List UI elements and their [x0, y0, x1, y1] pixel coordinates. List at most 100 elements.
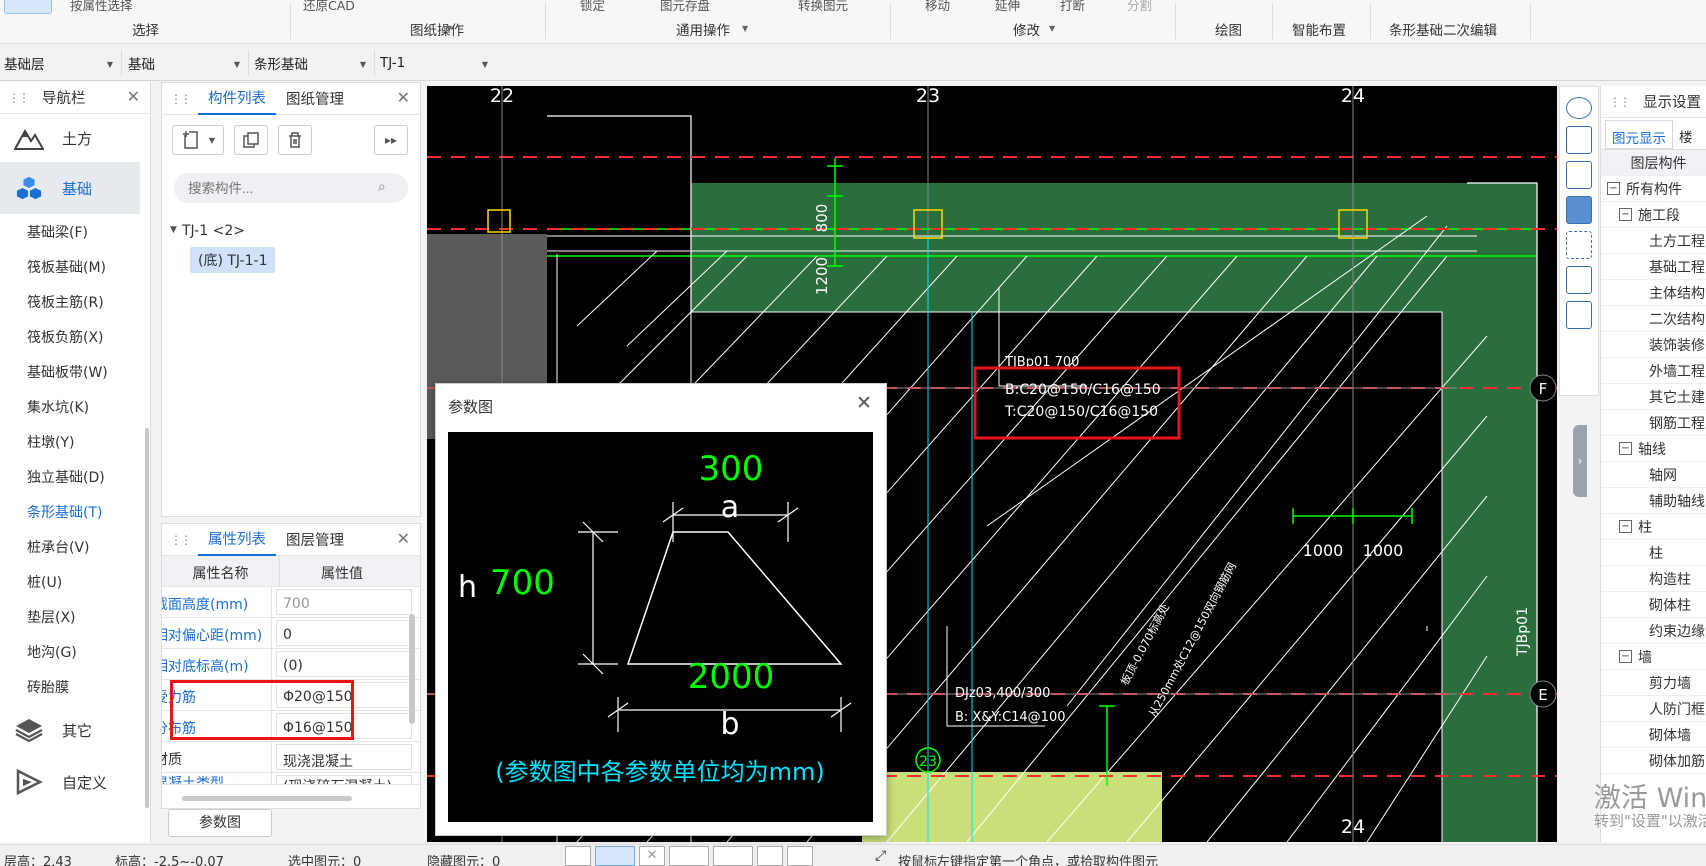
nav-scrollbar[interactable]	[145, 428, 149, 808]
tree-node[interactable]: 砌体加筋	[1601, 748, 1706, 774]
object-snap-icon[interactable]	[595, 846, 635, 866]
tree-collapse-icon[interactable]: −	[1619, 442, 1632, 455]
property-value[interactable]: 700	[276, 589, 412, 615]
tree-node[interactable]: 辅助轴线	[1601, 488, 1706, 514]
property-row[interactable]: 混凝土类型 (现浇碎石混凝土)	[162, 773, 420, 785]
type-select[interactable]: 基础 ▼	[124, 50, 249, 76]
tree-node[interactable]: 剪力墙	[1601, 670, 1706, 696]
arc-icon[interactable]	[787, 846, 813, 866]
nav-item-sump-pit[interactable]: 集水坑(K)	[0, 389, 150, 424]
tree-node[interactable]: − 轴线	[1601, 436, 1706, 462]
close-icon[interactable]: ✕	[397, 529, 410, 548]
selected-tool-button[interactable]	[4, 0, 52, 14]
nav-category-earth[interactable]: 土方	[0, 114, 150, 162]
component-search-input[interactable]	[174, 173, 408, 203]
tree-node[interactable]: 钢筋工程	[1601, 410, 1706, 436]
nav-item-brick-mold[interactable]: 砖胎膜	[0, 669, 150, 704]
tree-node[interactable]: 基础工程	[1601, 254, 1706, 280]
lock-button[interactable]: 锁定	[580, 0, 605, 14]
convert-element-button[interactable]: 转换图元	[798, 0, 848, 14]
property-value[interactable]: 现浇混凝土	[276, 744, 412, 770]
tab-floor-display[interactable]: 楼	[1673, 120, 1699, 149]
tree-node[interactable]: 外墙工程	[1601, 358, 1706, 384]
tree-node[interactable]: 二次结构	[1601, 306, 1706, 332]
nav-item-raft-negative-rebar[interactable]: 筏板负筋(X)	[0, 319, 150, 354]
tree-node[interactable]: 轴网	[1601, 462, 1706, 488]
tree-node[interactable]: 人防门框	[1601, 696, 1706, 722]
tree-collapse-icon[interactable]: −	[1619, 208, 1632, 221]
property-row[interactable]: 截面高度(mm) 700	[162, 587, 420, 618]
tree-node[interactable]: − 施工段	[1601, 202, 1706, 228]
nav-category-other[interactable]: 其它	[0, 704, 150, 756]
tree-collapse-icon[interactable]: −	[1619, 520, 1632, 533]
nav-category-custom[interactable]: 自定义	[0, 756, 150, 808]
tree-node[interactable]: 约束边缘	[1601, 618, 1706, 644]
drag-handle-icon[interactable]: ⋮⋮	[170, 533, 192, 547]
new-component-button[interactable]: ▼	[172, 125, 224, 155]
tree-node[interactable]: 砌体墙	[1601, 722, 1706, 748]
group-drawing-ops-label[interactable]: 图纸操作	[410, 19, 464, 39]
property-scrollbar[interactable]	[409, 614, 415, 724]
tab-drawing-management[interactable]: 图纸管理	[276, 83, 354, 115]
close-icon[interactable]: ✕	[397, 88, 410, 107]
close-icon[interactable]: ✕	[127, 87, 140, 106]
extend-button[interactable]: 延伸	[995, 0, 1020, 14]
nav-item-raft-main-rebar[interactable]: 筏板主筋(R)	[0, 284, 150, 319]
subtype-select[interactable]: 条形基础 ▼	[250, 50, 375, 76]
tree-node[interactable]: 构造柱	[1601, 566, 1706, 592]
tab-layer-management[interactable]: 图层管理	[276, 524, 354, 556]
delete-component-button[interactable]	[278, 125, 312, 155]
tree-node[interactable]: 其它土建	[1601, 384, 1706, 410]
drag-handle-icon[interactable]: ⋮⋮	[8, 91, 30, 105]
property-value[interactable]: 0	[276, 620, 412, 646]
view-box-icon[interactable]	[1566, 196, 1592, 224]
tab-component-list[interactable]: 构件列表	[198, 83, 276, 115]
property-value[interactable]: (0)	[276, 651, 412, 677]
drag-handle-icon[interactable]: ⋮⋮	[170, 92, 192, 106]
component-select[interactable]: TJ-1 ▼	[376, 50, 496, 76]
break-button[interactable]: 打断	[1060, 0, 1085, 14]
tab-property-list[interactable]: 属性列表	[198, 524, 276, 556]
nav-item-pile[interactable]: 桩(U)	[0, 564, 150, 599]
select-by-attribute-button[interactable]: 按属性选择	[70, 0, 133, 14]
split-button[interactable]: 分割	[1127, 0, 1152, 14]
property-row[interactable]: 相对底标高(m) (0)	[162, 649, 420, 680]
nav-category-foundation[interactable]: 基础	[0, 162, 140, 214]
nav-item-raft-foundation[interactable]: 筏板基础(M)	[0, 249, 150, 284]
panel-collapse-handle[interactable]: ›	[1573, 425, 1587, 497]
save-icon[interactable]	[757, 846, 783, 866]
tree-node[interactable]: 土方工程	[1601, 228, 1706, 254]
tree-collapse-icon[interactable]: −	[1607, 182, 1620, 195]
group-modify-label[interactable]: 修改	[1013, 19, 1040, 39]
move-button[interactable]: 移动	[925, 0, 950, 14]
search-icon[interactable]: ⌕	[378, 179, 386, 195]
tree-expand-icon[interactable]: ▼	[170, 225, 177, 235]
fit-view-icon[interactable]	[1566, 231, 1592, 259]
property-row[interactable]: 材质现浇混凝土	[162, 742, 420, 773]
param-diagram-button[interactable]: 参数图	[168, 809, 272, 837]
tree-node[interactable]: − 墙	[1601, 644, 1706, 670]
nav-item-slab-strip[interactable]: 基础板带(W)	[0, 354, 150, 389]
orbit-icon[interactable]	[1566, 97, 1592, 119]
save-element-button[interactable]: 图元存盘	[660, 0, 710, 14]
tree-node[interactable]: − 所有构件	[1601, 176, 1706, 202]
tree-node[interactable]: − 柱	[1601, 514, 1706, 540]
tree-node[interactable]: 砌体柱	[1601, 592, 1706, 618]
tree-node[interactable]: 主体结构	[1601, 280, 1706, 306]
nav-item-trench[interactable]: 地沟(G)	[0, 634, 150, 669]
tree-node-parent[interactable]: TJ-1 <2>	[182, 223, 245, 239]
nav-item-column-pier[interactable]: 柱墩(Y)	[0, 424, 150, 459]
view-3d-icon[interactable]	[1566, 126, 1592, 154]
nav-item-isolated-footing[interactable]: 独立基础(D)	[0, 459, 150, 494]
copy-component-button[interactable]	[234, 125, 268, 155]
nav-item-cushion[interactable]: 垫层(X)	[0, 599, 150, 634]
group-common-ops-label[interactable]: 通用操作	[676, 19, 730, 39]
view-top-icon[interactable]	[1566, 161, 1592, 189]
floor-select[interactable]: 基础层 ▼	[0, 50, 122, 76]
tree-node-selected[interactable]: (底) TJ-1-1	[190, 247, 276, 273]
restore-cad-button[interactable]: 还原CAD	[303, 0, 355, 14]
nav-item-pile-cap[interactable]: 桩承台(V)	[0, 529, 150, 564]
cross-icon[interactable]: ✕	[639, 846, 665, 866]
tree-node[interactable]: 柱	[1601, 540, 1706, 566]
tree-node[interactable]: 装饰装修	[1601, 332, 1706, 358]
